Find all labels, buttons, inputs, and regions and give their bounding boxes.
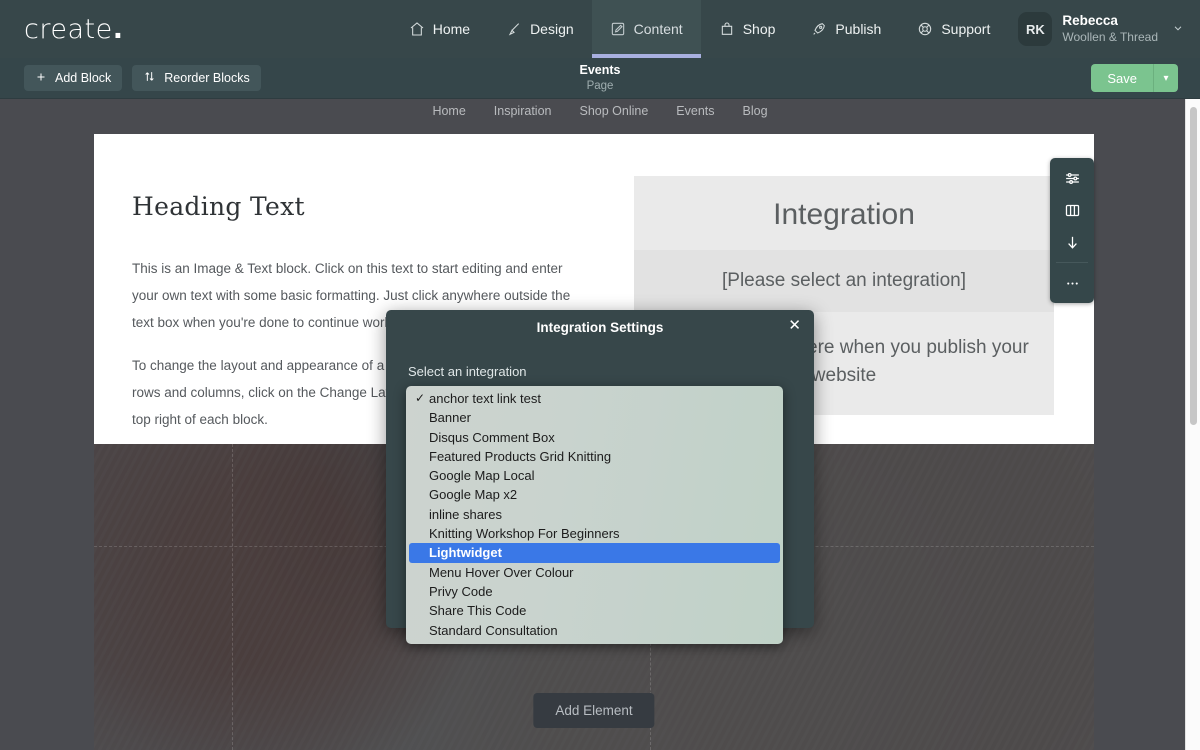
save-button-group: Save ▾ [1091, 64, 1178, 92]
add-element-button[interactable]: Add Element [533, 693, 655, 728]
dropdown-option-inline-shares[interactable]: inline shares [406, 505, 783, 524]
dropdown-option-standard-consultation[interactable]: Standard Consultation [406, 621, 783, 640]
dropdown-option-lightwidget[interactable]: Lightwidget [409, 543, 780, 563]
integration-select-dropdown[interactable]: anchor text link test Banner Disqus Comm… [406, 386, 783, 644]
edit-square-icon [610, 21, 626, 37]
integration-title: Integration [773, 198, 915, 231]
nav-item-publish[interactable]: Publish [793, 0, 899, 58]
logo-text: create [24, 13, 113, 45]
dropdown-option-google-map-x2[interactable]: Google Map x2 [406, 485, 783, 504]
home-icon [409, 21, 425, 37]
sort-arrows-icon [143, 70, 156, 86]
brush-icon [506, 21, 522, 37]
nav-item-content[interactable]: Content [591, 0, 701, 58]
dropdown-option-privy-code[interactable]: Privy Code [406, 582, 783, 601]
user-name: Rebecca [1062, 13, 1118, 29]
nav-label-publish: Publish [835, 21, 882, 37]
scrollbar-thumb[interactable] [1190, 107, 1197, 425]
dropdown-option-featured-products-grid-knitting[interactable]: Featured Products Grid Knitting [406, 447, 783, 466]
reorder-blocks-label: Reorder Blocks [164, 71, 250, 85]
grid-guide-vertical-1 [232, 444, 233, 750]
user-account-menu[interactable]: RK Rebecca Woollen & Thread [1008, 0, 1200, 58]
lifebuoy-icon [917, 21, 933, 37]
site-nav-events[interactable]: Events [676, 104, 714, 118]
add-block-label: Add Block [55, 71, 112, 85]
dropdown-option-menu-hover-over-colour[interactable]: Menu Hover Over Colour [406, 563, 783, 582]
avatar: RK [1018, 12, 1053, 46]
integration-select-hint: [Please select an integration] [634, 250, 1054, 312]
select-integration-label: Select an integration [408, 364, 527, 379]
add-block-button[interactable]: Add Block [24, 65, 123, 91]
toolbar-divider [1056, 262, 1088, 263]
nav-label-design: Design [530, 21, 574, 37]
rocket-icon [811, 21, 827, 37]
block-toolbar [1050, 158, 1094, 303]
nav-label-support: Support [941, 21, 991, 37]
site-nav-home[interactable]: Home [432, 104, 465, 118]
nav-label-home: Home [432, 21, 471, 37]
close-icon[interactable]: ✕ [788, 318, 801, 333]
change-layout-icon[interactable] [1050, 194, 1094, 226]
nav-item-design[interactable]: Design [488, 0, 592, 58]
block-settings-icon[interactable] [1050, 162, 1094, 194]
site-nav-blog[interactable]: Blog [743, 104, 768, 118]
more-options-icon[interactable] [1050, 267, 1094, 299]
editor-toolbar: Add Block Reorder Blocks Events Page Sav… [0, 58, 1200, 99]
reorder-blocks-button[interactable]: Reorder Blocks [132, 65, 261, 91]
plus-icon [35, 71, 47, 86]
chevron-down-icon [1172, 22, 1184, 37]
site-nav-inspiration[interactable]: Inspiration [494, 104, 552, 118]
logo-dot: . [112, 13, 124, 45]
main-nav-items: Home Design Content Shop Publish Support… [391, 0, 1200, 58]
block-heading[interactable]: Heading Text [132, 192, 604, 221]
app-logo[interactable]: create. [24, 14, 123, 45]
nav-item-home[interactable]: Home [391, 0, 488, 58]
top-navigation-bar: create. Home Design Content Shop Publish… [0, 0, 1200, 58]
dropdown-option-banner[interactable]: Banner [406, 408, 783, 427]
nav-item-shop[interactable]: Shop [701, 0, 794, 58]
bag-icon [719, 21, 735, 37]
modal-header: Integration Settings ✕ [386, 310, 814, 344]
dropdown-option-knitting-workshop-for-beginners[interactable]: Knitting Workshop For Beginners [406, 524, 783, 543]
nav-label-shop: Shop [742, 21, 776, 37]
move-down-icon[interactable] [1050, 226, 1094, 258]
site-navigation: Home Inspiration Shop Online Events Blog [0, 99, 1200, 123]
user-organisation: Woollen & Thread [1062, 29, 1158, 44]
dropdown-option-disqus-comment-box[interactable]: Disqus Comment Box [406, 428, 783, 447]
vertical-scrollbar[interactable] [1185, 99, 1200, 750]
site-nav-shop-online[interactable]: Shop Online [579, 104, 648, 118]
dropdown-option-anchor-text-link-test[interactable]: anchor text link test [406, 389, 783, 409]
nav-label-content: Content [633, 21, 683, 37]
nav-item-support[interactable]: Support [899, 0, 1008, 58]
modal-title: Integration Settings [536, 319, 664, 335]
user-text: Rebecca Woollen & Thread [1062, 13, 1158, 45]
save-button[interactable]: Save [1091, 64, 1153, 92]
save-dropdown-toggle[interactable]: ▾ [1153, 64, 1178, 92]
dropdown-option-share-this-code[interactable]: Share This Code [406, 601, 783, 620]
dropdown-option-google-map-local[interactable]: Google Map Local [406, 466, 783, 485]
